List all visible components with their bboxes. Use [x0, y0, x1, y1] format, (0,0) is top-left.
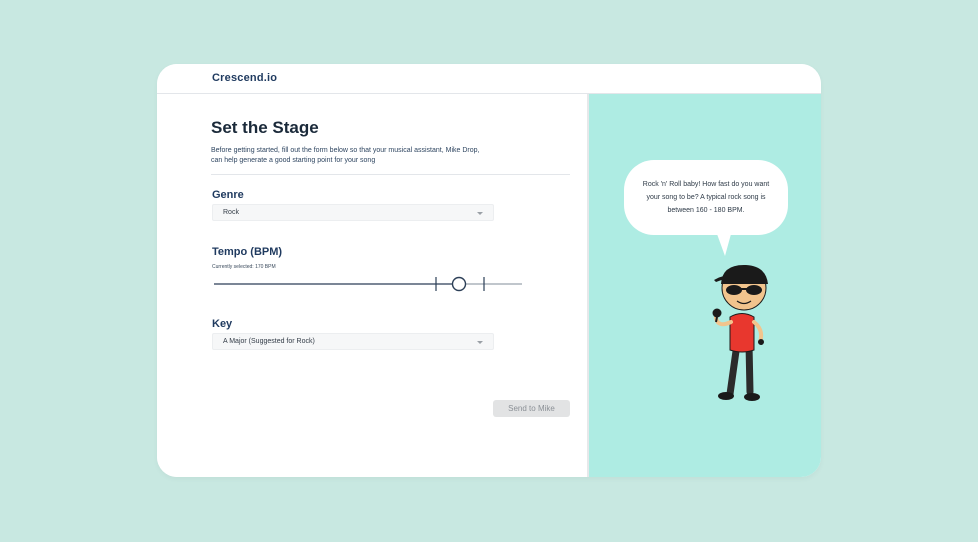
assistant-speech: Rock 'n' Roll baby! How fast do you want… [642, 181, 770, 214]
chevron-down-icon [477, 341, 483, 344]
app-window: Crescend.io Set the Stage Before getting… [157, 64, 821, 477]
assistant-panel: Rock 'n' Roll baby! How fast do you want… [587, 94, 821, 477]
key-select-value: A Major (Suggested for Rock) [223, 338, 315, 345]
chevron-down-icon [477, 212, 483, 215]
key-label: Key [212, 318, 233, 330]
form-panel: Set the Stage Before getting started, fi… [157, 94, 587, 477]
tempo-current-text: Currently selected: 170 BPM [212, 264, 276, 270]
page-title: Set the Stage [211, 118, 319, 137]
form-description: Before getting started, fill out the for… [211, 147, 480, 164]
speech-bubble-tail [717, 234, 731, 256]
microphone-icon [712, 308, 722, 318]
divider [211, 174, 570, 175]
top-bar: Crescend.io [157, 64, 821, 94]
speech-bubble: Rock 'n' Roll baby! How fast do you want… [624, 160, 788, 235]
tempo-label: Tempo (BPM) [212, 246, 283, 258]
key-select[interactable]: A Major (Suggested for Rock) [212, 333, 494, 350]
tempo-slider[interactable] [214, 274, 524, 294]
brand-logo[interactable]: Crescend.io [212, 72, 277, 84]
genre-select[interactable]: Rock [212, 204, 494, 221]
mike-drop-character [712, 264, 768, 401]
slider-thumb[interactable] [451, 276, 467, 292]
genre-select-value: Rock [223, 209, 239, 216]
genre-label: Genre [212, 189, 244, 201]
send-to-mike-button[interactable]: Send to Mike [493, 400, 570, 417]
